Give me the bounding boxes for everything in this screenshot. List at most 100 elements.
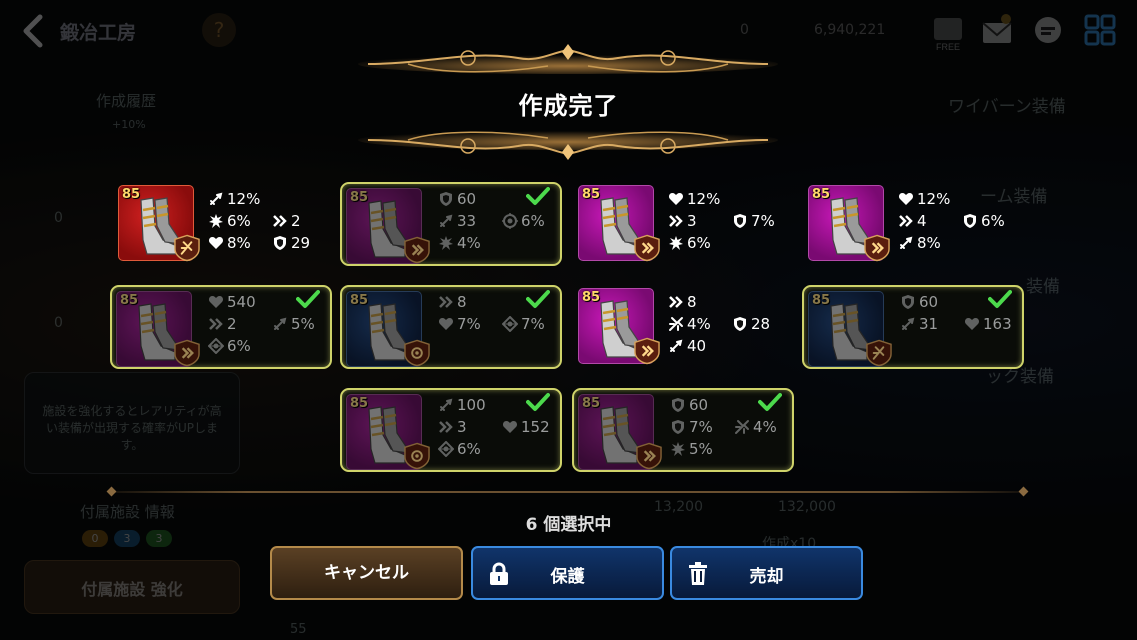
stat-value: 5% [291,315,315,333]
stat-value: 12% [687,190,721,208]
item-stat: 8 [668,293,697,311]
selected-count: 6 個選択中 [525,515,612,535]
attack-icon [670,339,683,352]
hp-icon [208,296,224,308]
protect-label: 保護 [550,567,585,587]
crafted-item-card[interactable]: 85 100 3 152 6% [340,388,562,472]
crafted-item-card[interactable]: 85 12% 4 6% 8% [802,182,1024,266]
crit-rate-icon [439,236,453,250]
speed-set-icon [636,442,662,470]
crafted-item-card[interactable]: 85 60 33 6% 4% [340,182,562,266]
item-stat: 4 [898,212,927,230]
stat-value: 6% [687,234,711,252]
defense-icon [274,236,286,250]
attack-icon [440,214,453,227]
attack-icon [210,192,223,205]
sell-button[interactable]: 売却 [670,546,863,600]
stat-value: 60 [919,293,939,311]
speed-set-icon [634,337,660,365]
speed-icon [439,296,453,308]
checkmark-icon [988,290,1012,308]
stat-value: 540 [227,293,256,311]
crit-dmg-icon [735,420,749,434]
speed-set-icon [404,236,430,264]
item-stat: 4% [734,418,777,436]
crafted-item-card[interactable]: 85 8 7% 7% [340,285,562,369]
hp-icon [964,318,980,330]
stat-value: 5% [689,440,713,458]
item-level: 85 [122,187,141,202]
cancel-button[interactable]: キャンセル [270,546,463,600]
hp-icon [438,318,454,330]
stat-value: 60 [457,190,477,208]
item-level: 85 [350,293,369,308]
item-level: 85 [812,293,831,308]
crafted-item-card[interactable]: 85 540 2 5% 6% [110,285,332,369]
item-stat: 540 [208,293,256,311]
crit-set-icon [866,339,892,367]
crafted-item-card[interactable]: 85 8 4% 28 40 [572,285,794,369]
crafted-item-card[interactable]: 85 12% 3 7% 6% [572,182,794,266]
hp-icon [502,421,518,433]
crit-rate-icon [669,236,683,250]
item-stat: 152 [502,418,550,436]
item-stat: 8 [438,293,467,311]
stat-value: 29 [291,234,311,252]
stat-value: 8 [687,293,697,311]
stat-value: 4 [917,212,927,230]
top-ornament [358,44,778,74]
crafted-item-card[interactable]: 85 60 7% 4% 5% [572,388,794,472]
item-stat: 5% [670,440,713,458]
item-level: 85 [120,293,139,308]
item-stat: 6% [962,212,1005,230]
crit-dmg-icon [669,317,683,331]
attack-icon [900,236,913,249]
crafted-item-card[interactable]: 85 60 31 163 [802,285,1024,369]
item-stat: 6% [668,234,711,252]
item-stat: 3 [438,418,467,436]
item-level: 85 [582,290,601,305]
item-stat: 3 [668,212,697,230]
item-stat: 163 [964,315,1012,333]
stat-value: 6% [457,440,481,458]
effect-icon [208,338,224,354]
stat-value: 7% [521,315,545,333]
item-level: 85 [582,187,601,202]
stat-value: 6% [227,337,251,355]
stat-value: 2 [291,212,301,230]
checkmark-icon [526,290,550,308]
resist-set-icon [404,339,430,367]
effect-icon [438,441,454,457]
stat-value: 7% [751,212,775,230]
item-stat: 31 [900,315,938,333]
item-stat: 2 [208,315,237,333]
speed-icon [669,296,683,308]
item-stat: 6% [208,212,251,230]
item-level: 85 [350,396,369,411]
stat-value: 31 [919,315,939,333]
checkmark-icon [526,393,550,411]
stat-value: 7% [689,418,713,436]
crafted-item-card[interactable]: 85 12% 6% 2 8% 29 [112,182,334,266]
protect-button[interactable]: 保護 [471,546,664,600]
item-stat: 12% [898,190,950,208]
stat-value: 7% [457,315,481,333]
dialog-title: 作成完了 [518,92,619,120]
defense-icon [734,214,746,228]
item-stat: 60 [900,293,938,311]
crit-set-icon [174,234,200,262]
defense-icon [902,295,914,309]
item-stat: 40 [668,337,706,355]
item-stat: 7% [438,315,481,333]
defense-icon [964,214,976,228]
item-stat: 12% [208,190,260,208]
stat-value: 6% [521,212,545,230]
stat-value: 60 [689,396,709,414]
item-stat: 29 [272,234,310,252]
item-stat: 4% [438,234,481,252]
stat-value: 8 [457,293,467,311]
speed-set-icon [174,339,200,367]
checkmark-icon [526,187,550,205]
speed-set-icon [864,234,890,262]
item-stat: 7% [732,212,775,230]
